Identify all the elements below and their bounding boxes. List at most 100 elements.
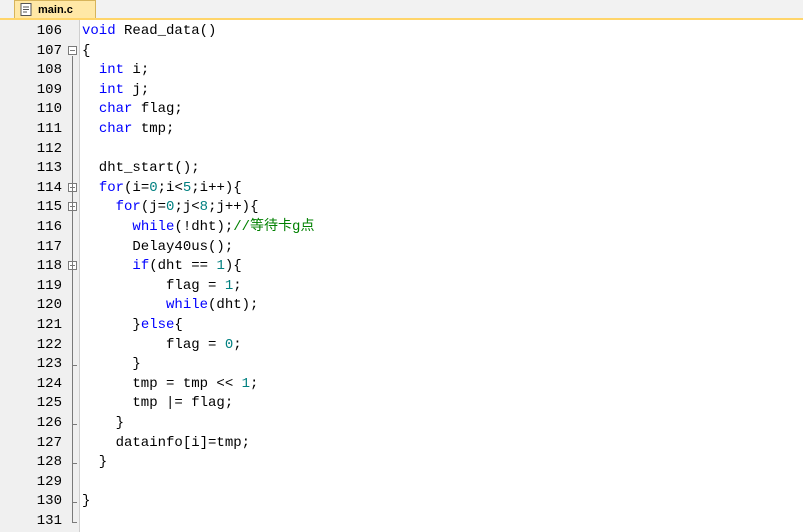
line-number: 115 — [36, 199, 62, 216]
code-token: (dht); — [208, 297, 259, 314]
number-token: 1 — [241, 375, 251, 392]
code-token: ;i< — [157, 179, 183, 196]
code-editor[interactable]: 106 void Read_data() 107 {108 int i; 109 int… — [0, 18, 803, 532]
code-text: } — [82, 453, 107, 473]
code-token: flag = — [82, 277, 225, 294]
code-line[interactable]: 115 for(j=0;j<8;j++){ — [0, 198, 803, 218]
code-text: for(j=0;j<8;j++){ — [82, 198, 259, 218]
code-text: flag = 0; — [82, 336, 242, 356]
line-number: 119 — [36, 277, 62, 294]
code-text: char flag; — [82, 100, 183, 120]
number-token: 0 — [224, 336, 234, 353]
code-line[interactable]: 116 while(!dht);//等待卡g点 — [0, 218, 803, 238]
code-text: if(dht == 1){ — [82, 257, 242, 277]
code-line[interactable]: 118 if(dht == 1){ — [0, 257, 803, 277]
keyword-token: char — [98, 121, 133, 137]
code-line[interactable]: 111 char tmp; — [0, 120, 803, 140]
code-line[interactable]: 126 } — [0, 414, 803, 434]
code-line[interactable]: 120 while(dht); — [0, 296, 803, 316]
keyword-token: for — [98, 179, 125, 196]
line-number: 131 — [36, 513, 62, 529]
line-number: 124 — [36, 375, 62, 392]
tab-main-c[interactable]: main.c — [14, 0, 96, 18]
code-line[interactable]: 121 }else{ — [0, 316, 803, 336]
line-number: 117 — [36, 238, 62, 255]
code-line[interactable]: 107 { — [0, 42, 803, 62]
number-token: 0 — [149, 179, 158, 196]
code-token: tmp; — [132, 121, 175, 137]
code-token: (i= — [124, 179, 150, 196]
tab-label: main.c — [38, 3, 73, 16]
code-token: dht_start(); — [82, 160, 200, 177]
code-token: { — [82, 42, 91, 59]
line-number: 120 — [36, 297, 62, 314]
code-line[interactable]: 127 datainfo[i]=tmp; — [0, 434, 803, 454]
code-line[interactable]: 129 — [0, 473, 803, 493]
comment-token: //等待卡g点 — [233, 219, 315, 235]
code-line[interactable]: 130} — [0, 492, 803, 512]
code-line[interactable]: 106 void Read_data() — [0, 22, 803, 42]
code-text: void Read_data() — [82, 22, 216, 42]
code-token: } — [82, 356, 141, 373]
code-token: i; — [124, 62, 150, 79]
code-token: { — [174, 317, 183, 333]
c-file-icon — [20, 3, 33, 16]
code-text: } — [82, 414, 124, 434]
line-number: 113 — [36, 160, 62, 177]
number-token: 1 — [224, 277, 234, 294]
line-number: 125 — [36, 395, 62, 412]
code-token: ;i++){ — [191, 179, 242, 196]
code-line[interactable]: 108 int i; — [0, 61, 803, 81]
code-line[interactable]: 113 dht_start(); — [0, 159, 803, 179]
code-line[interactable]: 119 flag = 1; — [0, 277, 803, 297]
code-token: tmp = tmp << — [82, 375, 242, 392]
code-token: datainfo[i]=tmp; — [82, 434, 251, 451]
code-text: } — [82, 355, 141, 375]
line-number: 123 — [36, 356, 62, 373]
code-text: int j; — [82, 81, 149, 101]
line-number: 121 — [36, 317, 62, 333]
code-text: int i; — [82, 61, 149, 81]
code-line[interactable]: 117 Delay40us(); — [0, 238, 803, 258]
keyword-token: char — [98, 101, 133, 118]
keyword-token: for — [115, 199, 141, 216]
code-text: dht_start(); — [82, 159, 200, 179]
line-number: 122 — [36, 336, 62, 353]
keyword-token: else — [140, 317, 175, 333]
code-line[interactable]: 123 } — [0, 355, 803, 375]
code-line[interactable]: 125 tmp |= flag; — [0, 394, 803, 414]
number-token: 1 — [216, 258, 225, 275]
line-number: 106 — [36, 23, 62, 39]
code-line[interactable]: 110 char flag; — [0, 100, 803, 120]
code-text: while(!dht);//等待卡g点 — [82, 218, 314, 238]
code-line[interactable]: 128 } — [0, 453, 803, 473]
code-line[interactable]: 131 — [0, 512, 803, 532]
fold-end-tick — [72, 521, 77, 523]
code-text: while(dht); — [82, 296, 258, 316]
code-line[interactable]: 109 int j; — [0, 81, 803, 101]
fold-end-tick — [72, 365, 77, 366]
code-line[interactable]: 124 tmp = tmp << 1; — [0, 375, 803, 395]
code-token: } — [82, 493, 91, 510]
code-line[interactable]: 112 — [0, 140, 803, 160]
code-token: Read_data() — [115, 23, 217, 39]
code-token: j; — [124, 81, 150, 98]
code-token: ; — [233, 277, 242, 294]
code-token: tmp |= flag; — [82, 395, 234, 412]
code-text: } — [82, 492, 90, 512]
code-text: { — [82, 42, 90, 62]
code-token: ){ — [224, 258, 242, 275]
code-text: for(i=0;i<5;i++){ — [82, 179, 242, 199]
code-line[interactable]: 114 for(i=0;i<5;i++){ — [0, 179, 803, 199]
fold-guide — [72, 56, 73, 522]
code-line[interactable]: 122 flag = 0; — [0, 336, 803, 356]
fold-end-tick — [72, 502, 77, 504]
line-number: 107 — [36, 42, 62, 59]
